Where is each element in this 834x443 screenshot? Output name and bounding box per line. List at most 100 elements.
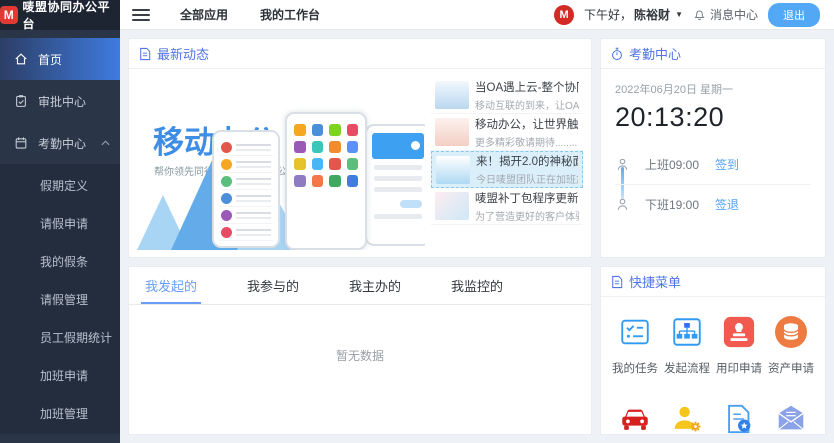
phone-contact-list [219,139,273,241]
news-thumbnail [435,81,469,109]
latest-news-header: 最新动态 [129,39,591,69]
attendance-rows: 上班09:00 签到 下班19:00 签退 [615,145,811,223]
home-icon [14,52,28,66]
tab-participated-by-me[interactable]: 我参与的 [243,267,303,304]
logout-button[interactable]: 退出 [768,3,820,27]
document-icon [139,47,151,61]
panel-title: 快捷菜单 [629,272,681,291]
stamp-icon [722,313,756,351]
sidebar-subitem-holiday-definition[interactable]: 假期定义 [0,166,120,204]
attendance-date: 2022年06月20日 星期一 [615,81,811,97]
top-nav: 全部应用 我的工作台 [180,6,320,23]
app-title: 唛盟协同办公平台 [23,0,120,32]
attendance-clock: 20:13:20 [615,102,811,133]
quick-item-meeting-request[interactable]: 会议申请 [661,400,713,435]
attendance-submenu: 假期定义 请假申请 我的假条 请假管理 员工假期统计 加班申请 加班管理 [0,164,120,434]
sidebar-subitem-leave-management[interactable]: 请假管理 [0,280,120,318]
calendar-icon [14,136,28,150]
chevron-down-icon: ▼ [675,10,683,19]
sidebar-item-label: 首页 [38,51,62,68]
tab-initiated-by-me[interactable]: 我发起的 [141,267,201,304]
menu-toggle-icon[interactable] [132,9,150,21]
shift-end-label: 下班19:00 [645,196,715,213]
latest-news-panel: 最新动态 移动办公 帮你领先同行 把工作带出办公室 [128,38,592,258]
quick-item-my-tasks[interactable]: 我的任务 [609,313,661,376]
check-in-link[interactable]: 签到 [715,156,739,173]
contract-document-icon [722,400,756,435]
news-thumbnail [436,156,470,184]
news-desc: 为了营造更好的客户体验，唛 [475,208,579,223]
tasks-panel: 我发起的 我参与的 我主办的 我监控的 暂无数据 [128,266,592,435]
user-name: 陈裕财 [634,6,670,23]
shift-start-label: 上班09:00 [645,156,715,173]
news-item-selected[interactable]: 来！揭开2.0的神秘面纱- 今日唛盟团队正在加班加点， [431,151,583,188]
news-item[interactable]: 移动办公，让世界触手可 更多精彩敬请期待........ [431,114,583,151]
message-center-label: 消息中心 [710,6,758,23]
news-list: 当OA遇上云-整个协同OA 移动互联的到来，让OA与云 移动办公，让世界触手可 … [431,77,583,250]
sidebar-subitem-my-leave-slips[interactable]: 我的假条 [0,242,120,280]
quick-menu-panel: 快捷菜单 我的任务 发起流程 [600,266,826,435]
top-header: M 唛盟协同办公平台 全部应用 我的工作台 M 下午好，陈裕财 ▼ 消息中心 退… [0,0,834,30]
news-desc: 移动互联的到来，让OA与云 [475,97,579,112]
person-gear-icon [670,400,704,435]
check-out-link[interactable]: 签退 [715,196,739,213]
user-avatar[interactable]: M [554,5,574,25]
panel-title: 考勤中心 [629,44,681,63]
news-item[interactable]: 当OA遇上云-整个协同OA 移动互联的到来，让OA与云 [431,77,583,114]
attendance-header: 考勤中心 [601,39,825,69]
app-logo: M 唛盟协同办公平台 [0,0,120,30]
news-desc: 更多精彩敬请期待........ [475,134,579,149]
car-icon [618,400,652,435]
quick-item-label: 资产申请 [768,360,814,376]
quick-item-seal-request[interactable]: 用印申请 [713,313,765,376]
news-thumbnail [435,118,469,146]
news-title: 唛盟补丁包程序更新 [475,190,579,206]
quick-item-new-mail[interactable]: 新建邮件 [765,400,817,435]
quick-item-new-contract[interactable]: 新建合同 [713,400,765,435]
quick-item-vehicle-request[interactable]: 用车申请 [609,400,661,435]
quick-item-label: 发起流程 [664,360,710,376]
news-title: 来！揭开2.0的神秘面纱- [476,153,578,169]
sidebar-subitem-overtime-management[interactable]: 加班管理 [0,394,120,432]
quick-item-start-process[interactable]: 发起流程 [661,313,713,376]
user-menu[interactable]: 下午好，陈裕财 ▼ [584,6,683,23]
tasks-tab-bar: 我发起的 我参与的 我主办的 我监控的 [129,267,591,305]
chevron-up-icon [101,140,110,146]
nav-all-apps[interactable]: 全部应用 [180,6,228,23]
clipboard-icon [14,94,28,108]
news-thumbnail [435,192,469,220]
document-icon [611,275,623,289]
mobile-office-banner: 移动办公 帮你领先同行 把工作带出办公室 [137,77,425,250]
sidebar-item-attendance-center[interactable]: 考勤中心 [0,122,120,164]
quick-item-label: 用印申请 [716,360,762,376]
attendance-row-checkin: 上班09:00 签到 [615,145,811,184]
quick-menu-grid: 我的任务 发起流程 用印申请 [601,297,825,435]
quick-menu-header: 快捷菜单 [601,267,825,297]
person-icon [615,197,631,212]
news-item[interactable]: 唛盟补丁包程序更新 为了营造更好的客户体验，唛 [431,188,583,225]
stopwatch-icon [611,47,623,61]
task-list-icon [618,313,652,351]
flowchart-icon [670,313,704,351]
quick-item-asset-request[interactable]: 资产申请 [765,313,817,376]
attendance-panel: 考勤中心 2022年06月20日 星期一 20:13:20 上班09:00 签到 [600,38,826,258]
nav-my-workbench[interactable]: 我的工作台 [260,6,320,23]
phone-mockup-apps [285,112,367,250]
greeting-text: 下午好， [584,6,632,23]
sidebar-item-label: 考勤中心 [38,135,86,152]
message-center[interactable]: 消息中心 [693,6,758,23]
news-title: 移动办公，让世界触手可 [475,116,579,132]
bell-icon [693,8,706,21]
tab-monitored-by-me[interactable]: 我监控的 [447,267,507,304]
sidebar-item-approval-center[interactable]: 审批中心 [0,80,120,122]
sidebar-subitem-overtime-request[interactable]: 加班申请 [0,356,120,394]
mail-envelope-icon [774,400,808,435]
sidebar-subitem-leave-request[interactable]: 请假申请 [0,204,120,242]
phone-apps-grid [292,121,360,190]
sidebar-item-home[interactable]: 首页 [0,38,120,80]
news-desc: 今日唛盟团队正在加班加点， [476,171,578,186]
sidebar-subitem-employee-holiday-stats[interactable]: 员工假期统计 [0,318,120,356]
empty-state-text: 暂无数据 [129,305,591,364]
tab-hosted-by-me[interactable]: 我主办的 [345,267,405,304]
header-right: M 下午好，陈裕财 ▼ 消息中心 退出 [554,3,834,27]
